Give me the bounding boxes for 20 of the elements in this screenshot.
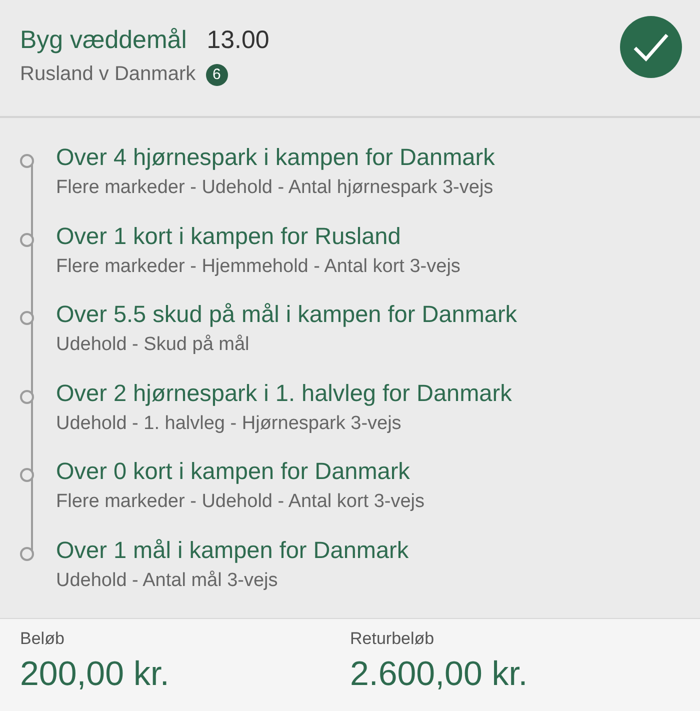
selection-title: Over 5.5 skud på mål i kampen for Danmark [56, 301, 518, 328]
selection-title: Over 2 hjørnespark i 1. halvleg for Danmark [56, 380, 512, 406]
selection-detail: Udehold - Skud på mål [56, 334, 250, 356]
amount-value: 200,00 kr. [20, 655, 170, 694]
selection-title: Over 1 mål i kampen for Danmark [56, 536, 409, 564]
selection-detail: Udehold - 1. halvleg - Hjørnespark 3-vejs [56, 412, 402, 434]
odds: 13.00 [206, 26, 270, 55]
selection-count-badge: 6 [206, 64, 228, 86]
selection-detail: Flere markeder - Udehold - Antal kort 3-vejs [56, 491, 425, 513]
selection-detail: Udehold - Antal mål 3-vejs [56, 570, 279, 592]
bet-title: Byg væddemål [20, 26, 187, 55]
match-name: Rusland v Danmark [20, 63, 196, 86]
selection-title: Over 1 kort i kampen for Rusland [56, 222, 402, 250]
amount-label: Beløb [20, 629, 66, 649]
selection-detail: Flere markeder - Hjemmehold - Antal kort 3-vejs [56, 256, 460, 278]
selection-detail: Flere markeder - Udehold - Antal hjørnespark 3-vejs [56, 177, 494, 199]
amount-value: 2.600,00 kr. [350, 655, 529, 694]
amount-label: Returbeløb [350, 629, 436, 649]
selection-title: Over 4 hjørnespark i kampen for Danmark [56, 144, 495, 171]
selection-title: Over 0 kort i kampen for Danmark [56, 458, 411, 485]
